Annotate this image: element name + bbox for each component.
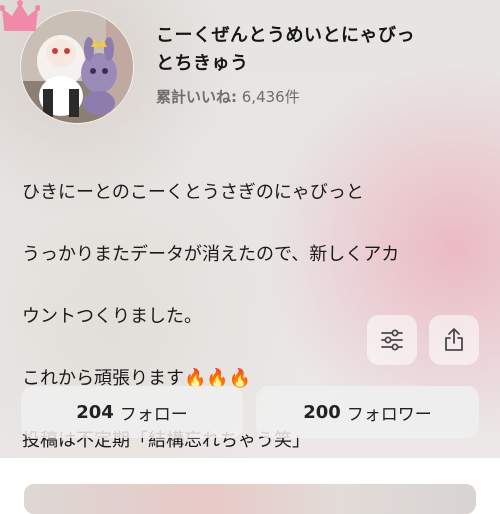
settings-button[interactable] — [367, 315, 417, 365]
sliders-icon — [381, 329, 403, 351]
post-thumbnail[interactable] — [24, 484, 476, 514]
total-likes-label: 累計いいね: — [156, 88, 237, 106]
share-button[interactable] — [429, 315, 479, 365]
followers-count: 200 — [303, 401, 341, 423]
following-count: 204 — [76, 401, 114, 423]
profile-name-line1: こーくぜんとうめいとにゃびっ — [156, 25, 415, 46]
bio-line: うっかりまたデータが消えたので、新しくアカ — [22, 244, 400, 265]
total-likes-value: 6,436件 — [237, 88, 300, 106]
share-icon — [445, 328, 463, 351]
followers-button[interactable]: 200 フォロワー — [256, 386, 479, 438]
bio-line: ひきにーとのこーくとうさぎのにゃびっと — [22, 182, 364, 203]
total-likes: 累計いいね: 6,436件 — [156, 86, 300, 107]
followers-label: フォロワー — [346, 404, 432, 425]
crown-icon — [0, 0, 40, 31]
profile-name-line2: とちきゅう — [156, 53, 249, 74]
following-button[interactable]: 204 フォロー — [21, 386, 243, 438]
following-label: フォロー — [119, 404, 188, 425]
profile-name: こーくぜんとうめいとにゃびっ とちきゅう — [156, 22, 486, 78]
